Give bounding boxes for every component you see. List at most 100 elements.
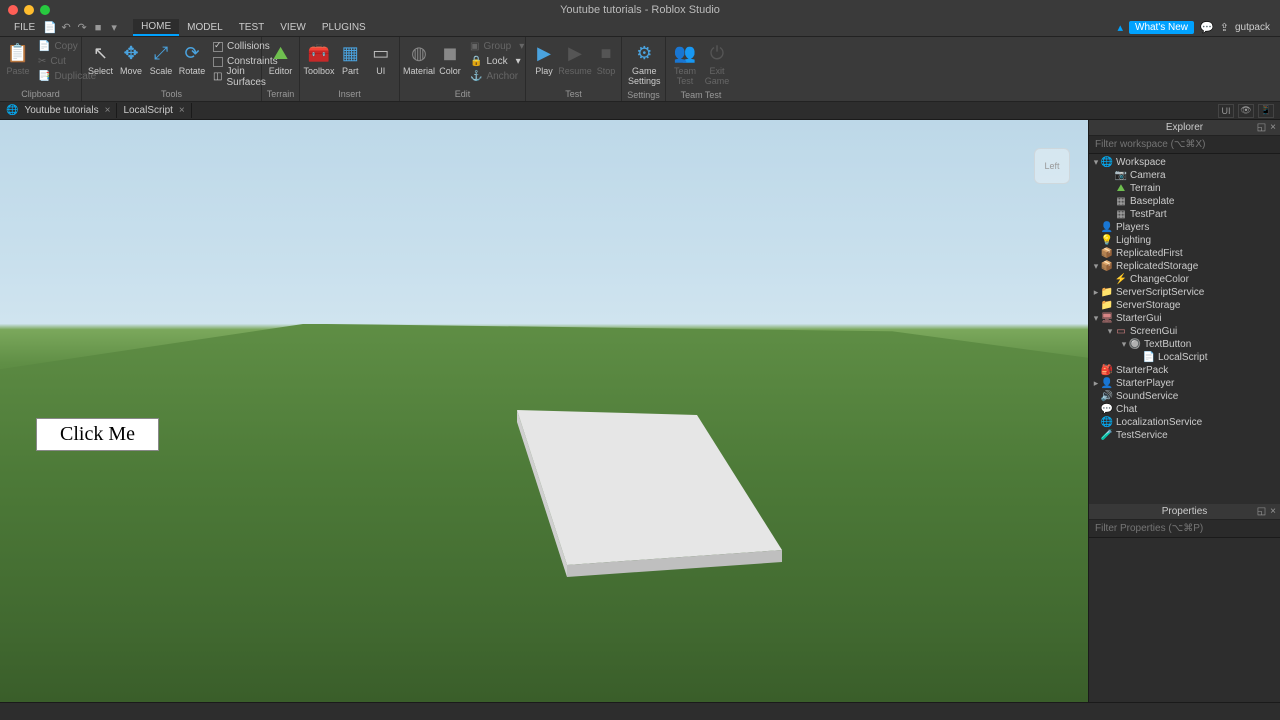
tree-starterplayer[interactable]: ▸👤StarterPlayer bbox=[1089, 377, 1280, 390]
panel-pop-icon[interactable]: ◱ bbox=[1257, 122, 1266, 133]
click-me-button[interactable]: Click Me bbox=[36, 418, 159, 451]
chevron-down-icon[interactable]: ▾ bbox=[1105, 326, 1115, 337]
chevron-down-icon[interactable]: ▾ bbox=[1091, 313, 1101, 324]
rotate-button[interactable]: ⟳Rotate bbox=[177, 39, 207, 79]
whats-new-button[interactable]: What's New bbox=[1129, 21, 1194, 34]
tree-serverstorage[interactable]: 📁ServerStorage bbox=[1089, 299, 1280, 312]
titlebar: Youtube tutorials - Roblox Studio bbox=[0, 0, 1280, 19]
tree-testservice[interactable]: 🧪TestService bbox=[1089, 429, 1280, 442]
paste-button[interactable]: 📋 Paste bbox=[4, 39, 32, 79]
ribbon-group-insert: 🧰Toolbox ▦Part ▭UI Insert bbox=[300, 37, 400, 101]
tab-home[interactable]: HOME bbox=[133, 19, 179, 36]
copy-icon: 📄 bbox=[38, 41, 50, 52]
ui-button[interactable]: ▭UI bbox=[367, 39, 396, 79]
tree-startergui[interactable]: ▾🖥StarterGui bbox=[1089, 312, 1280, 325]
move-label: Move bbox=[120, 67, 142, 77]
notifications-icon[interactable]: 💬 bbox=[1200, 21, 1214, 34]
properties-filter[interactable] bbox=[1089, 520, 1280, 538]
play-button[interactable]: ▶Play bbox=[530, 39, 558, 79]
chevron-right-icon[interactable]: ▸ bbox=[1091, 287, 1101, 298]
panel-close-icon[interactable]: × bbox=[1270, 506, 1276, 517]
color-icon: ◼ bbox=[438, 41, 462, 65]
tree-testpart[interactable]: ▦TestPart bbox=[1089, 208, 1280, 221]
ui-toggle-button[interactable]: UI bbox=[1218, 104, 1234, 118]
whatsnew-caret-icon: ▴ bbox=[1117, 21, 1123, 34]
tree-terrain[interactable]: ⛰Terrain bbox=[1089, 182, 1280, 195]
panel-pop-icon[interactable]: ◱ bbox=[1257, 506, 1266, 517]
select-button[interactable]: ↖Select bbox=[86, 39, 115, 79]
part-button[interactable]: ▦Part bbox=[336, 39, 365, 79]
toolbox-button[interactable]: 🧰Toolbox bbox=[304, 39, 334, 79]
tree-replicatedstorage[interactable]: ▾📦ReplicatedStorage bbox=[1089, 260, 1280, 273]
dup-icon: 📑 bbox=[38, 71, 50, 82]
tree-players[interactable]: 👤Players bbox=[1089, 221, 1280, 234]
properties-filter-input[interactable] bbox=[1089, 520, 1280, 537]
tree-chat[interactable]: 💬Chat bbox=[1089, 403, 1280, 416]
viewport-3d[interactable]: Click Me Left bbox=[0, 120, 1088, 702]
chevron-down-icon[interactable]: ▾ bbox=[1091, 157, 1101, 168]
material-button[interactable]: ◍Material bbox=[404, 39, 434, 79]
visibility-icon[interactable]: 👁 bbox=[1238, 104, 1254, 118]
gui-icon: 🖥 bbox=[1101, 313, 1113, 325]
tree-workspace[interactable]: ▾🌐Workspace bbox=[1089, 156, 1280, 169]
tree-textbutton[interactable]: ▾🔘TextButton bbox=[1089, 338, 1280, 351]
terraineditor-label: Editor bbox=[269, 67, 293, 77]
username-label[interactable]: gutpack bbox=[1235, 22, 1270, 33]
stop-button: ■Stop bbox=[592, 39, 620, 79]
exit-icon: ⏻ bbox=[705, 41, 729, 65]
close-icon[interactable]: × bbox=[105, 105, 111, 116]
remote-icon: ⚡ bbox=[1115, 274, 1127, 286]
anchor-button[interactable]: ⚓Anchor bbox=[466, 69, 528, 84]
tab-plugins[interactable]: PLUGINS bbox=[314, 20, 374, 35]
doctab-place[interactable]: 🌐Youtube tutorials× bbox=[0, 103, 117, 118]
tree-serverscriptservice[interactable]: ▸📁ServerScriptService bbox=[1089, 286, 1280, 299]
tree-baseplate[interactable]: ▦Baseplate bbox=[1089, 195, 1280, 208]
chevron-down-icon[interactable]: ▾ bbox=[1091, 261, 1101, 272]
tree-starterpack[interactable]: 🎒StarterPack bbox=[1089, 364, 1280, 377]
maximize-window-button[interactable] bbox=[40, 5, 50, 15]
tree-soundservice[interactable]: 🔊SoundService bbox=[1089, 390, 1280, 403]
redo-icon[interactable]: ↷ bbox=[75, 21, 89, 35]
tree-localization[interactable]: 🌐LocalizationService bbox=[1089, 416, 1280, 429]
color-button[interactable]: ◼Color bbox=[436, 39, 464, 79]
terrain-editor-button[interactable]: ⛰Editor bbox=[266, 39, 295, 79]
chevron-down-icon[interactable]: ▾ bbox=[1119, 339, 1129, 350]
tab-view[interactable]: VIEW bbox=[272, 20, 314, 35]
undo-icon[interactable]: ↶ bbox=[59, 21, 73, 35]
doctab-script[interactable]: LocalScript× bbox=[117, 103, 191, 118]
tab-test[interactable]: TEST bbox=[231, 20, 273, 35]
toolbox-icon: 🧰 bbox=[307, 41, 331, 65]
panel-close-icon[interactable]: × bbox=[1270, 122, 1276, 133]
qat-more-icon[interactable]: ▾ bbox=[107, 21, 121, 35]
close-window-button[interactable] bbox=[8, 5, 18, 15]
explorer-filter[interactable] bbox=[1089, 136, 1280, 154]
tree-screengui[interactable]: ▾▭ScreenGui bbox=[1089, 325, 1280, 338]
paste-label: Paste bbox=[6, 67, 29, 77]
starterplayer-icon: 👤 bbox=[1101, 378, 1113, 390]
lock-button[interactable]: 🔒Lock▾ bbox=[466, 54, 528, 69]
tab-model[interactable]: MODEL bbox=[179, 20, 231, 35]
replicated-icon: 📦 bbox=[1101, 248, 1113, 260]
chevron-right-icon[interactable]: ▸ bbox=[1091, 378, 1101, 389]
status-bar bbox=[0, 702, 1280, 720]
game-settings-button[interactable]: ⚙Game Settings bbox=[626, 39, 663, 89]
explorer-filter-input[interactable] bbox=[1089, 136, 1280, 153]
play-icon: ▶ bbox=[532, 41, 556, 65]
close-icon[interactable]: × bbox=[179, 105, 185, 116]
lock-drop-icon: ▾ bbox=[516, 56, 521, 67]
group-button[interactable]: ▣Group▾ bbox=[466, 39, 528, 54]
share-icon[interactable]: ⇪ bbox=[1220, 21, 1229, 34]
tree-camera[interactable]: 📷Camera bbox=[1089, 169, 1280, 182]
minimize-window-button[interactable] bbox=[24, 5, 34, 15]
tree-changecolor[interactable]: ⚡ChangeColor bbox=[1089, 273, 1280, 286]
view-cube[interactable]: Left bbox=[1034, 148, 1070, 184]
scale-button[interactable]: ⤢Scale bbox=[147, 39, 175, 79]
device-icon[interactable]: 📱 bbox=[1258, 104, 1274, 118]
tree-replicatedfirst[interactable]: 📦ReplicatedFirst bbox=[1089, 247, 1280, 260]
qat-save-icon[interactable]: ■ bbox=[91, 21, 105, 35]
qat-open-icon[interactable]: 📄 bbox=[43, 21, 57, 35]
tree-lighting[interactable]: 💡Lighting bbox=[1089, 234, 1280, 247]
move-button[interactable]: ✥Move bbox=[117, 39, 145, 79]
tree-localscript[interactable]: 📄LocalScript bbox=[1089, 351, 1280, 364]
file-menu[interactable]: FILE bbox=[6, 20, 43, 35]
